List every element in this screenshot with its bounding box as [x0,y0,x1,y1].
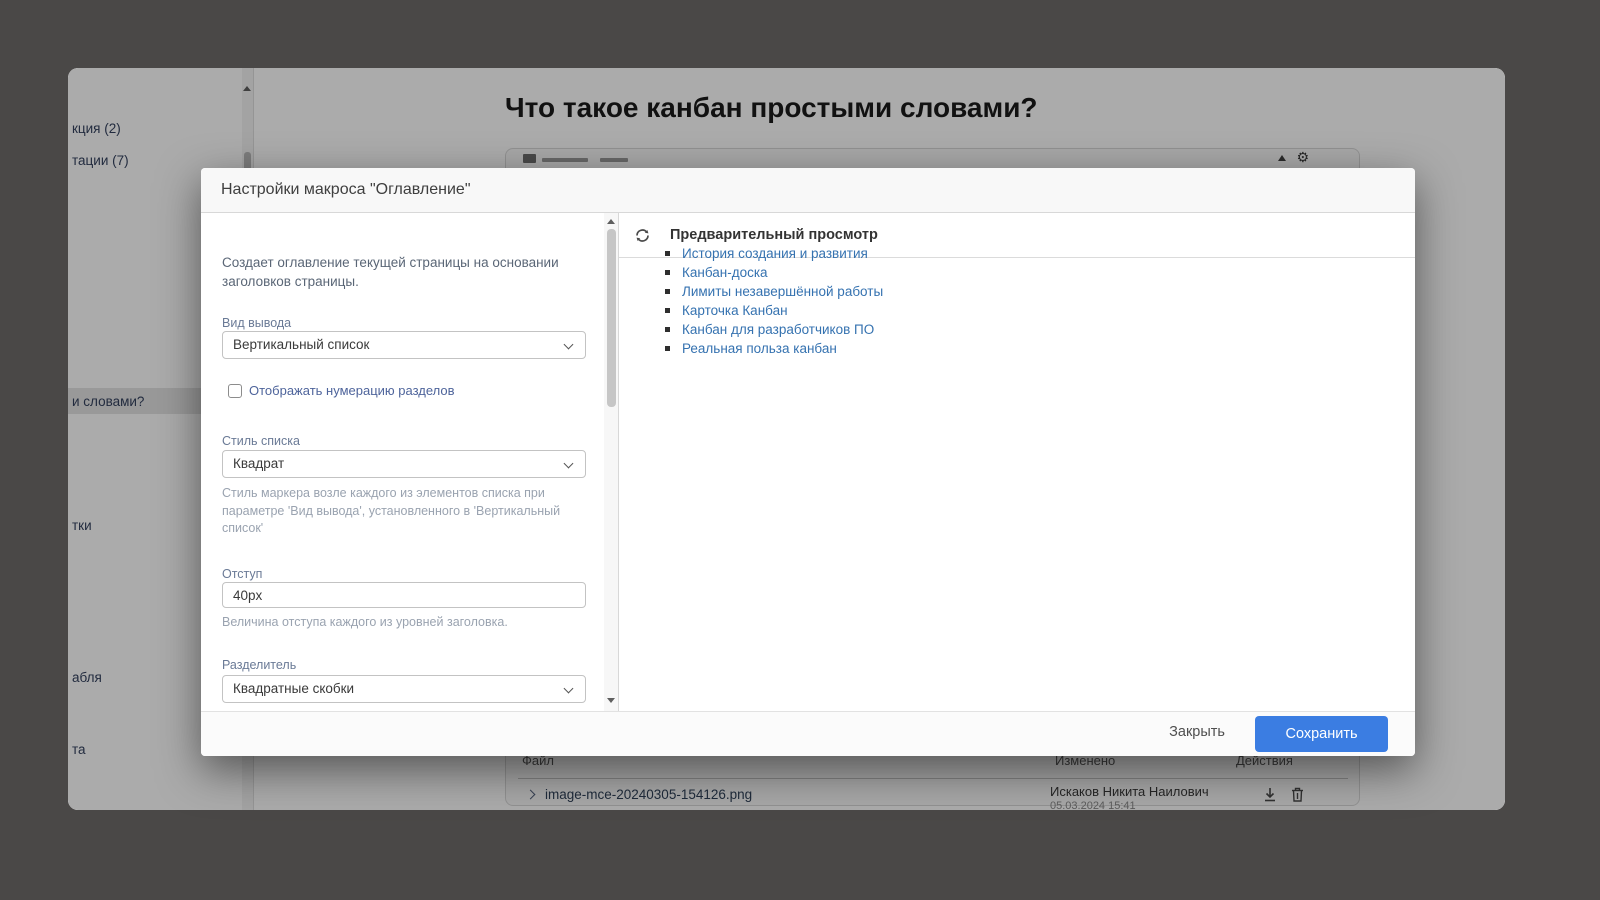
list-item: История создания и развития [665,244,883,263]
refresh-icon[interactable] [634,227,651,249]
toc-preview-list: История создания и развития Канбан-доска… [665,244,883,358]
indent-input[interactable] [222,582,586,608]
scroll-down-icon[interactable] [607,698,615,703]
dialog-footer: Закрыть Сохранить [201,711,1415,756]
macro-description: Создает оглавление текущей страницы на о… [222,253,588,291]
preview-pane: Предварительный просмотр История создани… [618,213,1415,711]
toc-link[interactable]: Реальная польза канбан [682,341,837,356]
dialog-title: Настройки макроса "Оглавление" [221,181,471,199]
dialog-body: Создает оглавление текущей страницы на о… [201,213,1415,711]
macro-settings-dialog: Настройки макроса "Оглавление" Создает о… [201,168,1415,756]
indent-label: Отступ [222,567,262,581]
toc-link[interactable]: Канбан-доска [682,265,768,280]
square-bullet-icon [665,346,670,351]
list-style-help: Стиль маркера возле каждого из элементов… [222,485,590,538]
toc-link[interactable]: История создания и развития [682,246,868,261]
toc-link[interactable]: Канбан для разработчиков ПО [682,322,874,337]
list-style-select[interactable]: Квадрат [222,450,586,478]
separator-label: Разделитель [222,658,296,672]
separator-value: Квадратные скобки [233,681,354,696]
output-type-select[interactable]: Вертикальный список [222,331,586,359]
list-item: Лимиты незавершённой работы [665,282,883,301]
scroll-up-icon[interactable] [607,219,615,224]
chevron-down-icon [564,684,574,694]
close-button[interactable]: Закрыть [1169,724,1225,740]
toc-link[interactable]: Карточка Канбан [682,303,788,318]
settings-scrollbar[interactable] [604,213,618,711]
list-style-label: Стиль списка [222,434,300,448]
list-item: Канбан для разработчиков ПО [665,320,883,339]
list-item: Канбан-доска [665,263,883,282]
desktop-backdrop: { "colors": { "accent_blue": "#3b7de2", … [0,0,1600,900]
numbering-checkbox[interactable] [228,384,242,398]
dialog-header: Настройки макроса "Оглавление" [201,168,1415,213]
square-bullet-icon [665,308,670,313]
numbering-label[interactable]: Отображать нумерацию разделов [249,383,455,398]
separator-select[interactable]: Квадратные скобки [222,675,586,703]
settings-scrollbar-thumb[interactable] [607,229,616,407]
chevron-down-icon [564,459,574,469]
preview-title: Предварительный просмотр [670,227,878,243]
list-style-value: Квадрат [233,456,284,471]
save-button[interactable]: Сохранить [1255,716,1388,752]
indent-help: Величина отступа каждого из уровней заго… [222,614,590,632]
toc-link[interactable]: Лимиты незавершённой работы [682,284,883,299]
square-bullet-icon [665,289,670,294]
output-type-label: Вид вывода [222,316,291,330]
chevron-down-icon [564,340,574,350]
list-item: Реальная польза канбан [665,339,883,358]
square-bullet-icon [665,251,670,256]
settings-pane: Создает оглавление текущей страницы на о… [201,213,604,711]
output-type-value: Вертикальный список [233,337,369,352]
list-item: Карточка Канбан [665,301,883,320]
square-bullet-icon [665,327,670,332]
square-bullet-icon [665,270,670,275]
